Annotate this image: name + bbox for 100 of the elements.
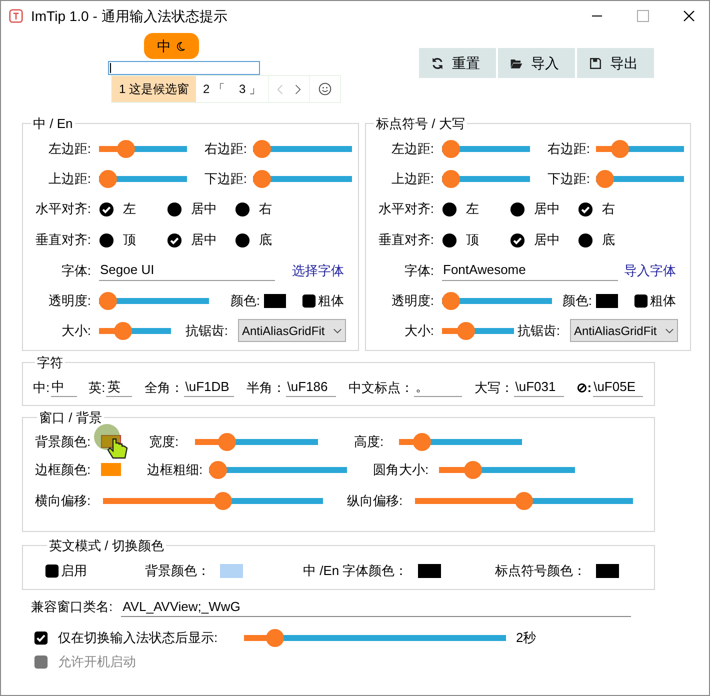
- font-link[interactable]: 选择字体: [292, 260, 344, 280]
- character-field[interactable]: \uF031: [514, 376, 564, 397]
- radio-button[interactable]: [235, 202, 250, 216]
- antialias-dropdown[interactable]: AntiAliasGridFit: [570, 319, 678, 342]
- slider-thumb[interactable]: [515, 492, 533, 510]
- color-swatch[interactable]: [264, 294, 286, 308]
- font-link[interactable]: 导入字体: [624, 260, 676, 280]
- slider-thumb[interactable]: [412, 432, 431, 450]
- radio-button[interactable]: [442, 232, 457, 248]
- folder-icon: [510, 56, 523, 70]
- field-label: 透明度:: [390, 292, 434, 310]
- moon-icon: [175, 40, 186, 52]
- radio-label: 居中: [534, 200, 560, 218]
- input-field[interactable]: [108, 61, 260, 75]
- antialias-dropdown[interactable]: AntiAliasGridFit: [238, 319, 346, 342]
- radio-button[interactable]: [99, 202, 114, 216]
- field-label: 全角：: [144, 378, 184, 396]
- color-swatch[interactable]: [596, 294, 618, 308]
- font-name-field[interactable]: Segoe UI: [99, 260, 275, 282]
- panel-title: 窗口 / 背景: [38, 409, 103, 427]
- checkbox-label: 允许开机启动: [58, 653, 136, 672]
- character-field[interactable]: 。: [414, 376, 462, 397]
- radio-label: 居中: [191, 231, 217, 250]
- slider-thumb[interactable]: [456, 322, 475, 340]
- radio-button[interactable]: [578, 232, 593, 248]
- radio-button[interactable]: [442, 202, 457, 216]
- radio-button[interactable]: [167, 202, 182, 216]
- radio-button[interactable]: [167, 232, 182, 248]
- radio-label: 右: [602, 200, 615, 218]
- app-icon: [9, 9, 23, 23]
- slider-thumb[interactable]: [209, 460, 227, 478]
- slider-thumb[interactable]: [114, 322, 132, 340]
- slider-thumb[interactable]: [442, 170, 460, 188]
- slider-thumb[interactable]: [253, 140, 271, 158]
- maximize-icon[interactable]: [637, 10, 649, 22]
- radio-label: 底: [259, 231, 272, 250]
- slider-thumb[interactable]: [442, 140, 460, 158]
- color-swatch[interactable]: [220, 564, 243, 578]
- duration-value: 2秒: [516, 629, 536, 648]
- panel-title: 中 / En: [32, 115, 74, 133]
- toolbar-button[interactable]: 重置: [419, 48, 496, 78]
- candidate-item[interactable]: 1 这是候选窗: [112, 76, 196, 102]
- color-swatch[interactable]: [418, 564, 441, 578]
- radio-button[interactable]: [235, 232, 250, 248]
- radio-label: 顶: [123, 231, 136, 250]
- checkbox-label: 粗体: [318, 292, 344, 310]
- slider-thumb[interactable]: [218, 432, 236, 450]
- radio-button[interactable]: [510, 232, 525, 248]
- slider-thumb[interactable]: [596, 170, 614, 188]
- field-label: 颜色:: [562, 292, 592, 310]
- refresh-icon: [431, 56, 444, 70]
- toolbar-button[interactable]: 导入: [498, 48, 575, 78]
- field-label: 大写：: [474, 378, 514, 396]
- field-label: 兼容窗口类名:: [31, 598, 113, 616]
- next-page-icon[interactable]: [294, 84, 302, 94]
- character-field[interactable]: 中: [50, 376, 77, 397]
- slider-thumb[interactable]: [253, 170, 271, 188]
- field-label: 大小:: [60, 322, 91, 340]
- toolbar-button[interactable]: 导出: [577, 48, 654, 78]
- slider-thumb[interactable]: [99, 170, 117, 188]
- window-title: ImTip 1.0 - 通用输入法状态提示: [31, 6, 228, 26]
- close-icon[interactable]: [683, 10, 695, 22]
- slider-thumb[interactable]: [99, 292, 117, 310]
- color-swatch[interactable]: [101, 463, 121, 476]
- field-label: 下边距:: [203, 170, 247, 188]
- character-field[interactable]: \uF1DB: [184, 376, 234, 397]
- slider-thumb[interactable]: [266, 629, 284, 647]
- checkbox[interactable]: [634, 294, 648, 308]
- slider-thumb[interactable]: [464, 460, 482, 478]
- radio-label: 居中: [191, 200, 217, 218]
- radio-label: 右: [259, 200, 272, 218]
- field-label: 字体:: [60, 262, 91, 280]
- class-name-field[interactable]: AVL_AVView;_WwG: [120, 596, 631, 618]
- slider-thumb[interactable]: [116, 140, 134, 158]
- slider-thumb[interactable]: [214, 492, 232, 510]
- field-label: 标点符号颜色：: [494, 562, 586, 580]
- font-name-field[interactable]: FontAwesome: [442, 260, 618, 282]
- field-label: 垂直对齐:: [34, 231, 91, 250]
- character-field[interactable]: \uF05E: [592, 376, 643, 397]
- character-field[interactable]: 英: [106, 376, 132, 397]
- color-swatch[interactable]: [596, 564, 619, 578]
- panel-title: 英文模式 / 切换颜色: [48, 537, 165, 555]
- checkbox[interactable]: [34, 631, 48, 645]
- previous-page-icon[interactable]: [277, 84, 284, 94]
- checkbox-label: 粗体: [650, 292, 676, 310]
- smiley-icon[interactable]: [318, 82, 332, 96]
- field-label: 右边距:: [546, 140, 590, 158]
- slider-thumb[interactable]: [611, 140, 630, 158]
- character-field[interactable]: \uF186: [286, 376, 336, 397]
- checkbox[interactable]: [45, 564, 59, 578]
- field-label: 英:: [88, 378, 106, 396]
- field-label: ⊘:: [576, 378, 592, 396]
- panel-title: 标点符号 / 大写: [375, 115, 466, 133]
- radio-button[interactable]: [510, 202, 525, 216]
- slider-thumb[interactable]: [442, 292, 460, 310]
- radio-button[interactable]: [578, 202, 593, 216]
- field-label: 高度:: [354, 432, 385, 451]
- checkbox[interactable]: [302, 294, 316, 308]
- radio-button[interactable]: [99, 232, 114, 248]
- field-label: 抗锯齿:: [185, 322, 228, 340]
